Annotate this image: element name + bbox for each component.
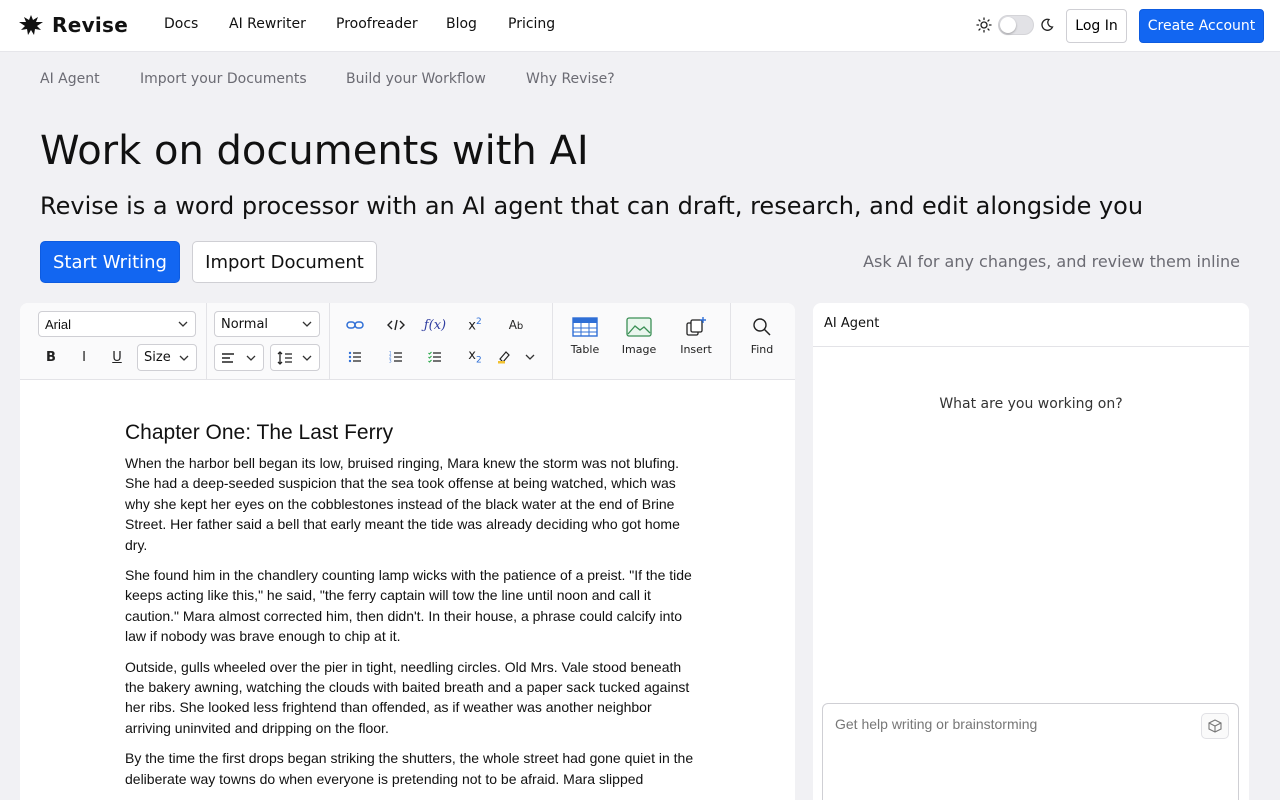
subnav-why-revise[interactable]: Why Revise?: [526, 71, 615, 87]
subnav-ai-agent[interactable]: AI Agent: [40, 71, 100, 87]
nav-pricing[interactable]: Pricing: [508, 16, 555, 32]
checklist-button[interactable]: [421, 345, 449, 369]
bullet-list-icon: [348, 351, 361, 363]
spellcheck-button[interactable]: Ab: [502, 313, 530, 337]
paragraph-style-select[interactable]: Normal: [214, 311, 320, 337]
create-account-button[interactable]: Create Account: [1139, 9, 1264, 43]
link-button[interactable]: [341, 313, 369, 337]
document-body[interactable]: Chapter One: The Last Ferry When the har…: [125, 421, 695, 799]
document-editor: Arial B I U Size Normal ƒ(x) x2 Ab 1 2 3…: [20, 303, 795, 800]
function-icon: ƒ(x): [423, 317, 447, 333]
ai-chat-input[interactable]: Get help writing or brainstorming: [822, 703, 1239, 800]
document-title: Chapter One: The Last Ferry: [125, 421, 394, 444]
theme-switch[interactable]: [998, 15, 1034, 35]
image-icon: [626, 317, 652, 337]
ai-agent-header: AI Agent: [813, 303, 1249, 347]
code-button[interactable]: [382, 313, 410, 337]
sun-icon: [976, 17, 992, 33]
checklist-icon: [428, 351, 441, 363]
nav-ai-rewriter[interactable]: AI Rewriter: [229, 16, 306, 32]
insert-button[interactable]: Insert: [670, 317, 722, 356]
table-icon: [572, 317, 598, 337]
numbered-list-button[interactable]: 123: [382, 345, 410, 369]
document-paragraph: She found him in the chandlery counting …: [125, 567, 692, 645]
font-select[interactable]: Arial: [38, 311, 196, 337]
chevron-down-icon: [178, 321, 188, 327]
leaf-icon: [19, 15, 43, 35]
chevron-down-icon: [525, 354, 535, 360]
start-writing-button[interactable]: Start Writing: [40, 241, 180, 283]
table-label: Table: [570, 343, 600, 356]
hero-title: Work on documents with AI: [40, 128, 589, 174]
ai-agent-prompt: What are you working on?: [939, 396, 1123, 412]
document-paragraph: When the harbor bell began its low, brui…: [125, 455, 680, 553]
document-paragraph: Outside, gulls wheeled over the pier in …: [125, 658, 690, 736]
font-select-value: Arial: [45, 316, 72, 332]
line-spacing-icon: [277, 350, 292, 365]
nav-proofreader[interactable]: Proofreader: [336, 16, 418, 32]
ai-chat-placeholder: Get help writing or brainstorming: [835, 716, 1038, 732]
brand-logo[interactable]: Revise: [18, 13, 128, 37]
insert-icon: [686, 317, 706, 336]
align-select[interactable]: [214, 344, 264, 371]
superscript-icon: x2: [468, 316, 482, 334]
insert-label: Insert: [680, 343, 712, 356]
send-button[interactable]: [1201, 713, 1229, 739]
italic-button[interactable]: I: [70, 345, 98, 369]
spellcheck-icon: Ab: [508, 318, 524, 332]
link-icon: [346, 321, 364, 329]
numbered-list-icon: 123: [389, 351, 402, 364]
login-button[interactable]: Log In: [1066, 9, 1127, 43]
nav-blog[interactable]: Blog: [446, 16, 477, 32]
paragraph-style-value: Normal: [221, 316, 269, 332]
size-select[interactable]: Size: [137, 344, 197, 371]
top-navbar: Revise Docs AI Rewriter Proofreader Blog…: [0, 0, 1280, 52]
nav-docs[interactable]: Docs: [164, 16, 198, 32]
ai-agent-panel: AI Agent What are you working on? Get he…: [813, 303, 1249, 800]
highlight-button[interactable]: [496, 345, 536, 369]
search-icon: [753, 318, 771, 336]
underline-button[interactable]: U: [103, 345, 131, 369]
chevron-down-icon: [179, 355, 189, 361]
find-button[interactable]: Find: [736, 317, 788, 356]
code-icon: [387, 319, 405, 331]
find-label: Find: [750, 343, 774, 356]
highlighter-icon: [498, 351, 510, 364]
moon-icon: [1041, 18, 1054, 31]
bold-button[interactable]: B: [37, 345, 65, 369]
formula-button[interactable]: ƒ(x): [421, 313, 449, 337]
chevron-down-icon: [246, 355, 256, 361]
svg-text:3: 3: [389, 359, 392, 364]
subscript-button[interactable]: x2: [461, 345, 489, 369]
cube-icon: [1208, 719, 1222, 733]
size-select-value: Size: [144, 350, 171, 365]
ai-agent-title: AI Agent: [824, 316, 880, 331]
theme-toggle[interactable]: [976, 15, 1054, 35]
bullet-list-button[interactable]: [341, 345, 369, 369]
editor-toolbar: Arial B I U Size Normal ƒ(x) x2 Ab 1 2 3…: [20, 303, 795, 380]
hero-hint: Ask AI for any changes, and review them …: [863, 252, 1240, 271]
chevron-down-icon: [302, 321, 312, 327]
align-left-icon: [222, 352, 234, 363]
superscript-button[interactable]: x2: [461, 313, 489, 337]
chevron-down-icon: [302, 355, 312, 361]
document-paragraph: By the time the first drops began striki…: [125, 750, 694, 787]
import-document-button[interactable]: Import Document: [192, 241, 377, 283]
subnav-import-documents[interactable]: Import your Documents: [140, 71, 307, 87]
image-label: Image: [621, 343, 657, 356]
hero-subtitle: Revise is a word processor with an AI ag…: [40, 192, 1144, 220]
brand-name: Revise: [52, 13, 129, 37]
subnav-build-workflow[interactable]: Build your Workflow: [346, 71, 486, 87]
insert-table-button[interactable]: Table: [559, 317, 611, 356]
subscript-icon: x2: [468, 348, 482, 366]
insert-image-button[interactable]: Image: [613, 317, 665, 356]
line-spacing-select[interactable]: [270, 344, 320, 371]
